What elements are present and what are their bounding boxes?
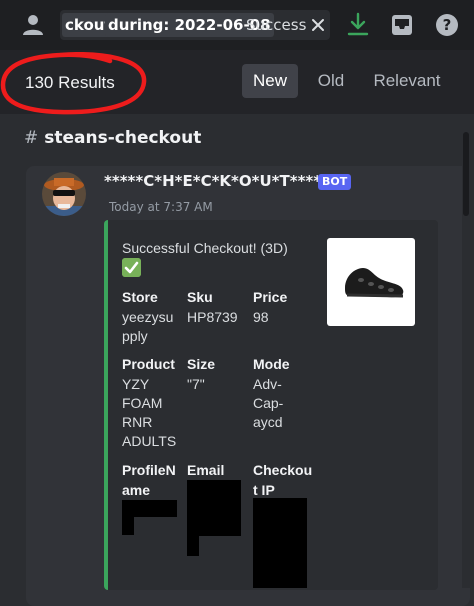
field-mode-value-line1: Adv- [253, 376, 282, 392]
field-sku-value: HP8739 [187, 309, 238, 325]
search-query-text[interactable]: Success [246, 10, 306, 40]
field-product-value-line1: YZY [122, 376, 150, 392]
sort-tab-relevant[interactable]: Relevant [366, 64, 448, 98]
redaction-email [187, 480, 241, 536]
field-mode-value-line3: aycd [253, 414, 283, 430]
sort-tab-old[interactable]: Old [308, 64, 354, 98]
field-product-value-line4: ADULTS [122, 433, 177, 449]
red-annotation-circle [0, 52, 147, 115]
channel-hash-icon: # [24, 128, 39, 148]
channel-name[interactable]: # steans-checkout [24, 128, 201, 148]
redaction-checkout-ip [253, 498, 307, 588]
field-profile-label-line1: ProfileN [122, 462, 176, 478]
inbox-icon[interactable] [391, 14, 413, 36]
help-icon[interactable]: ? [435, 13, 459, 37]
field-product-value-line2: FOAM [122, 395, 163, 411]
field-store-label: Store [122, 289, 158, 305]
channel-name-label: steans-checkout [44, 128, 202, 148]
field-profile-label-line2: ame [122, 482, 151, 498]
message-author[interactable]: *****C*H*E*C*K*O*U*T***** [104, 172, 329, 190]
field-store-value-line2: pply [122, 328, 148, 344]
download-icon[interactable] [346, 12, 370, 38]
field-size-label: Size [187, 356, 216, 372]
svg-text:?: ? [443, 16, 452, 34]
field-checkout-ip-label-line1: Checkou [253, 462, 313, 478]
field-product-label: Product [122, 356, 175, 372]
check-emoji [122, 258, 141, 277]
field-size-value: "7" [187, 376, 205, 392]
redaction-profile [122, 500, 177, 517]
clear-icon[interactable] [310, 17, 326, 33]
members-icon[interactable] [20, 12, 46, 38]
sort-tab-new[interactable]: New [242, 64, 298, 98]
shoe-thumbnail[interactable] [327, 238, 415, 326]
scrollbar-thumb[interactable] [463, 132, 469, 216]
field-sku-label: Sku [187, 289, 213, 305]
message-timestamp: Today at 7:37 AM [109, 200, 213, 214]
field-checkout-ip-label-line2: t IP [253, 482, 275, 498]
field-mode-value-line2: Cap- [253, 395, 284, 411]
bot-badge: BOT [318, 174, 352, 190]
field-email-label: Email [187, 462, 225, 478]
avatar[interactable] [42, 172, 86, 216]
embed-title: Successful Checkout! (3D) [122, 240, 288, 256]
redaction-email-2 [187, 536, 199, 556]
redaction-profile-2 [122, 517, 134, 535]
field-price-label: Price [253, 289, 288, 305]
search-input[interactable]: ckout during: 2022-06-08 Success [60, 10, 330, 40]
field-store-value-line1: yeezysu [122, 309, 174, 325]
field-price-value: 98 [253, 309, 269, 325]
field-mode-label: Mode [253, 356, 290, 372]
field-product-value-line3: RNR [122, 414, 153, 430]
